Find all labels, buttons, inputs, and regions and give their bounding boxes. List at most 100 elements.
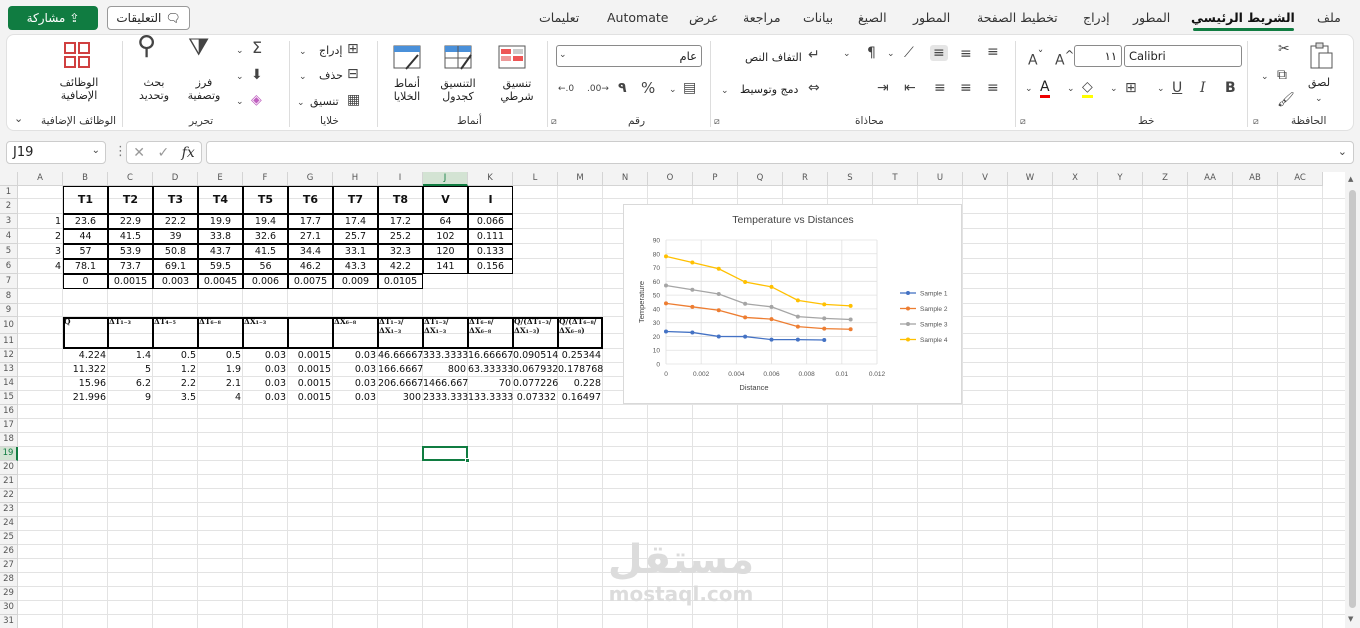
table1-cell[interactable]: 0.156 [468,259,513,274]
column-header-B[interactable]: B [63,172,108,186]
distance-cell[interactable]: 0.0015 [108,274,153,289]
table2-cell[interactable]: 21.996 [63,391,108,405]
increase-font-icon[interactable]: A^ [1055,47,1074,69]
table2-cell[interactable]: 70 [468,377,513,391]
table1-cell[interactable]: 19.4 [243,214,288,229]
table1-cell[interactable]: 33.8 [198,229,243,244]
name-box-dropdown-icon[interactable]: ⌄ [92,145,100,156]
table2-cell[interactable]: 46.66667 [378,349,423,363]
decrease-decimal-icon[interactable]: ←.0 [558,81,574,97]
table2-cell[interactable]: 2.2 [153,377,198,391]
select-all-corner[interactable] [0,172,18,186]
share-button[interactable]: مشاركة ⇪ [8,6,98,30]
row-header-18[interactable]: 18 [0,433,18,447]
font-color-icon[interactable]: A [1040,79,1050,98]
align-middle-icon[interactable]: ≡ [960,46,972,62]
fill-handle[interactable] [465,458,470,463]
column-header-X[interactable]: X [1053,172,1098,186]
underline-button[interactable]: U [1172,80,1182,96]
table2-cell[interactable]: 0.090514 [513,349,558,363]
align-top-icon[interactable]: ≡ [987,44,999,60]
table2-cell[interactable]: 4 [198,391,243,405]
row-header-24[interactable]: 24 [0,517,18,531]
row-header-6[interactable]: 6 [0,259,18,274]
table1-cell[interactable]: 27.1 [288,229,333,244]
table1-row-label[interactable]: 3 [18,244,63,259]
merge-dropdown-icon[interactable]: ⌄ [721,83,729,99]
orientation-icon[interactable]: ⟋ [904,45,914,61]
table1-cell[interactable]: 41.5 [108,229,153,244]
table2-cell[interactable]: 0.03 [333,363,378,377]
cut-icon[interactable]: ✂ [1278,41,1290,57]
tab-help[interactable]: تعليمات [539,10,579,25]
row-header-2[interactable]: 2 [0,199,18,214]
table2-header[interactable] [288,317,333,349]
table1-header[interactable]: T4 [198,186,243,214]
row-header-14[interactable]: 14 [0,377,18,391]
clipboard-launcher-icon[interactable]: ⧄ [1253,117,1259,127]
row-header-11[interactable]: 11 [0,334,18,349]
table2-cell[interactable]: 206.6667 [378,377,423,391]
column-header-L[interactable]: L [513,172,558,186]
table1-row-label[interactable]: 2 [18,229,63,244]
table2-header[interactable]: ΔT₁₋₃/ΔX₁₋₃ [423,317,468,349]
column-header-T[interactable]: T [873,172,918,186]
find-select-button[interactable]: بحث وتحديد [129,76,179,102]
column-header-P[interactable]: P [693,172,738,186]
table2-cell[interactable]: 333.3333 [423,349,468,363]
bold-button[interactable]: B [1225,80,1236,96]
column-header-V[interactable]: V [963,172,1008,186]
distance-cell[interactable]: 0.006 [243,274,288,289]
italic-button[interactable]: I [1200,80,1206,96]
table2-cell[interactable]: 0.03 [243,363,288,377]
decrease-font-icon[interactable]: Aˇ [1028,47,1043,69]
table2-header[interactable]: ΔT₁₋₃/ΔX₁₋₃ [378,317,423,349]
format-table-button[interactable]: التنسيق كجدول [435,77,481,103]
table2-header[interactable]: Q [63,317,108,349]
table2-cell[interactable]: 0.25344 [558,349,603,363]
table1-cell[interactable]: 17.4 [333,214,378,229]
accounting-icon[interactable]: ▤ [683,80,696,96]
scroll-up-icon[interactable]: ▲ [1348,175,1353,183]
table1-cell[interactable]: 44 [63,229,108,244]
table2-cell[interactable]: 0.0015 [288,363,333,377]
delete-dropdown-icon[interactable]: ⌄ [299,69,307,85]
column-header-I[interactable]: I [378,172,423,186]
row-header-7[interactable]: 7 [0,274,18,289]
number-format-dropdown-icon[interactable]: ⌄ [559,47,567,63]
table2-cell[interactable]: 0.03 [333,377,378,391]
vertical-scrollbar[interactable]: ▲ ▼ [1345,172,1360,628]
increase-indent-icon[interactable]: ⇥ [877,80,889,96]
row-header-23[interactable]: 23 [0,503,18,517]
table1-cell[interactable]: 59.5 [198,259,243,274]
column-header-AA[interactable]: AA [1188,172,1233,186]
table2-cell[interactable]: 0.067932 [513,363,558,377]
table2-cell[interactable]: 0.07332 [513,391,558,405]
insert-function-button[interactable]: fx [182,145,195,161]
table2-cell[interactable]: 11.322 [63,363,108,377]
column-header-E[interactable]: E [198,172,243,186]
column-header-Q[interactable]: Q [738,172,783,186]
sort-filter-button[interactable]: فرز وتصفية [179,76,229,102]
copy-dropdown-icon[interactable]: ⌄ [1261,69,1269,85]
table2-cell[interactable]: 133.3333 [468,391,513,405]
ribbon-collapse-icon[interactable]: ⌄ [14,111,23,127]
font-size-select[interactable]: ١١ [1074,45,1122,67]
row-header-8[interactable]: 8 [0,289,18,304]
row-header-13[interactable]: 13 [0,363,18,377]
accounting-dropdown-icon[interactable]: ⌄ [669,82,677,98]
table1-cell[interactable]: 42.2 [378,259,423,274]
table1-cell[interactable]: 17.7 [288,214,333,229]
row-header-12[interactable]: 12 [0,349,18,363]
table2-cell[interactable]: 0.5 [153,349,198,363]
table2-header[interactable]: ΔT₄₋₅ [153,317,198,349]
expand-formula-icon[interactable]: ⌄ [1338,145,1347,158]
table1-cell[interactable]: 17.2 [378,214,423,229]
delete-cells-button[interactable]: حذف [319,69,343,82]
table2-cell[interactable]: 0.0015 [288,391,333,405]
distance-cell[interactable]: 0 [63,274,108,289]
font-color-dropdown-icon[interactable]: ⌄ [1025,81,1033,97]
table1-header[interactable]: T1 [63,186,108,214]
cell-styles-button[interactable]: أنماط الخلايا [384,77,430,103]
tab-data[interactable]: بيانات [803,10,833,25]
